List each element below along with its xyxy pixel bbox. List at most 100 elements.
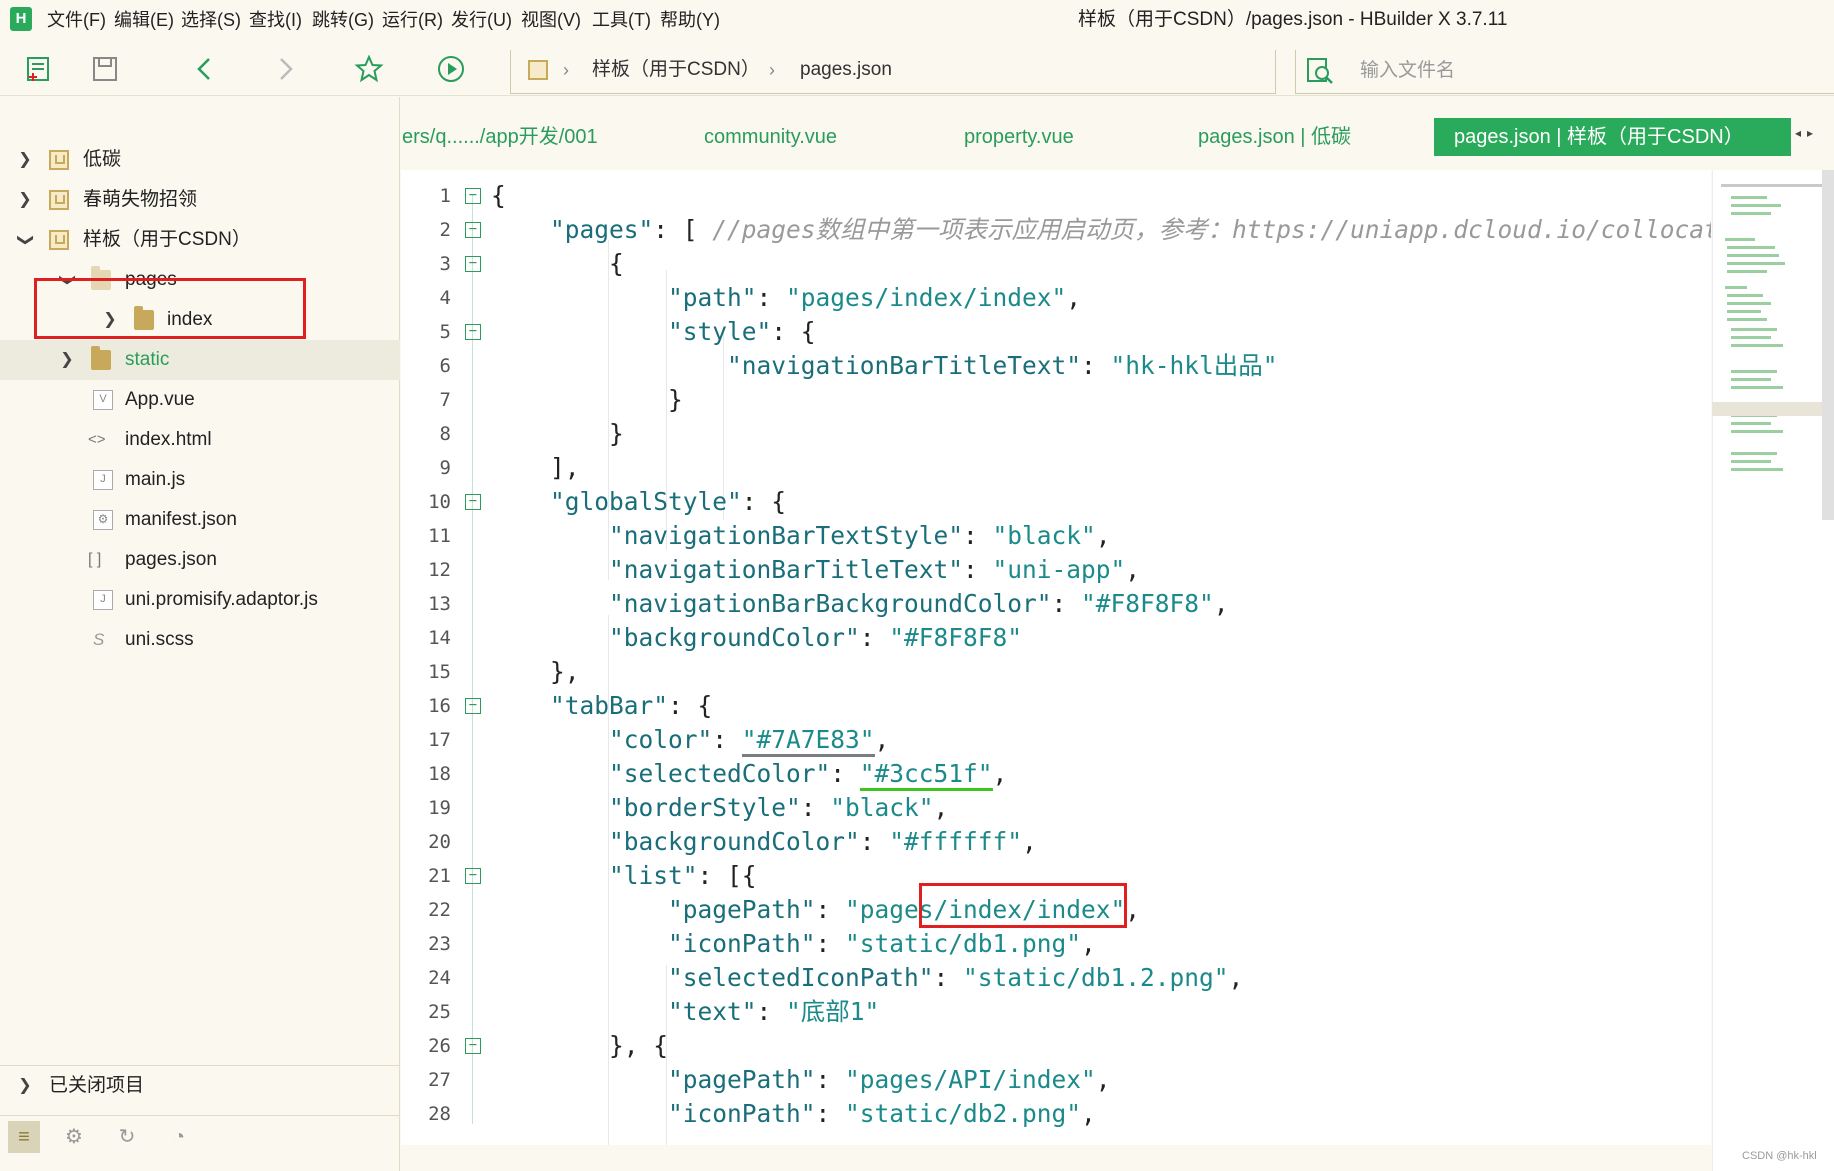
fold-toggle-icon[interactable]: −: [465, 1038, 481, 1054]
run-icon[interactable]: [434, 52, 468, 86]
code-editor[interactable]: 1 − { 2 − "pages": [ //pages数组中第一项表示应用启动…: [401, 170, 1711, 1145]
window-title: 样板（用于CSDN）/pages.json - HBuilder X 3.7.1…: [1078, 9, 1508, 30]
tree-project-sample[interactable]: ❯ 样板（用于CSDN）: [0, 220, 400, 260]
menu-edit[interactable]: 编辑(E): [114, 0, 174, 40]
code-line: "tabBar": {: [491, 691, 713, 720]
explorer-icon[interactable]: ≡: [8, 1121, 40, 1153]
code-line: {: [491, 249, 624, 278]
menu-run[interactable]: 运行(R): [382, 0, 443, 40]
menu-goto[interactable]: 跳转(G): [312, 0, 374, 40]
js-file-icon: J: [93, 470, 113, 490]
menu-help[interactable]: 帮助(Y): [660, 0, 720, 40]
chevron-right-icon[interactable]: ❯: [15, 1066, 35, 1106]
tree-item-label: main.js: [125, 469, 186, 490]
line-number: 2: [439, 219, 451, 241]
project-icon: [49, 150, 69, 170]
line-number: 24: [428, 967, 451, 989]
line-number: 19: [428, 797, 451, 819]
breadcrumb-file[interactable]: pages.json: [800, 58, 892, 82]
file-search-input[interactable]: [1360, 57, 1820, 85]
file-search-icon[interactable]: [1305, 56, 1335, 86]
tree-file-manifest[interactable]: ⚙ manifest.json: [0, 500, 400, 540]
fold-toggle-icon[interactable]: −: [465, 868, 481, 884]
tree-project-lost-found[interactable]: ❯ 春萌失物招领: [0, 180, 400, 220]
menu-select[interactable]: 选择(S): [181, 0, 241, 40]
minimap-viewport[interactable]: [1712, 402, 1834, 416]
highlight-box: [34, 278, 306, 339]
hbuilder-logo-icon: H: [10, 7, 32, 31]
debug-icon[interactable]: ⚙: [58, 1121, 90, 1153]
tree-project-dītan[interactable]: ❯ 低碳: [0, 140, 400, 180]
tree-item-label: 低碳: [83, 149, 122, 170]
chevron-right-icon[interactable]: ❯: [57, 340, 77, 380]
json-file-icon: [ ]: [88, 551, 102, 568]
back-icon[interactable]: [188, 52, 222, 86]
code-line: }: [491, 419, 624, 448]
closed-projects[interactable]: ❯ 已关闭项目: [0, 1065, 400, 1105]
tree-file-uni-scss[interactable]: S uni.scss: [0, 620, 400, 660]
fold-toggle-icon[interactable]: −: [465, 188, 481, 204]
menu-tools[interactable]: 工具(T): [592, 0, 651, 40]
save-icon[interactable]: [88, 52, 122, 86]
line-number: 23: [428, 933, 451, 955]
code-line: "globalStyle": {: [491, 487, 787, 516]
forward-icon[interactable]: [268, 52, 302, 86]
line-number: 25: [428, 1001, 451, 1023]
tab-scroll-arrows-icon[interactable]: ◂▸: [1795, 126, 1819, 140]
line-number: 9: [439, 457, 451, 479]
fold-toggle-icon[interactable]: −: [465, 256, 481, 272]
minimap[interactable]: [1712, 170, 1834, 1171]
line-number: 26: [428, 1035, 451, 1057]
tab-pages-json-sample[interactable]: pages.json | 样板（用于CSDN）: [1434, 118, 1791, 156]
breadcrumb-project[interactable]: 样板（用于CSDN）: [592, 58, 760, 82]
plugin-icon[interactable]: ◔: [163, 1121, 195, 1153]
js-file-icon: J: [93, 590, 113, 610]
code-line: "pagePath": "pages/API/index",: [491, 1065, 1111, 1094]
project-icon: [528, 60, 548, 80]
project-icon: [49, 230, 69, 250]
fold-toggle-icon[interactable]: −: [465, 494, 481, 510]
folder-icon: [91, 346, 111, 370]
tab-001[interactable]: ers/q....../app开发/001: [382, 118, 618, 156]
line-number: 11: [428, 525, 451, 547]
code-line: "style": {: [491, 317, 816, 346]
chevron-right-icon[interactable]: ❯: [15, 140, 35, 180]
tree-file-main-js[interactable]: J main.js: [0, 460, 400, 500]
tab-community-vue[interactable]: community.vue: [684, 118, 857, 156]
breadcrumb-separator-icon: ›: [769, 60, 775, 80]
code-line: "borderStyle": "black",: [491, 793, 949, 822]
code-line: "color": "#7A7E83",: [491, 723, 889, 757]
closed-projects-label: 已关闭项目: [49, 1075, 145, 1096]
tree-file-promisify[interactable]: J uni.promisify.adaptor.js: [0, 580, 400, 620]
chevron-right-icon[interactable]: ❯: [15, 180, 35, 220]
chevron-down-icon[interactable]: ❯: [5, 230, 45, 250]
code-line: },: [491, 657, 580, 686]
tab-property-vue[interactable]: property.vue: [944, 118, 1094, 156]
html-file-icon: <>: [88, 431, 106, 448]
favorite-icon[interactable]: [352, 52, 386, 86]
new-file-icon[interactable]: [22, 52, 56, 86]
tree-file-pages-json[interactable]: [ ] pages.json: [0, 540, 400, 580]
menu-file[interactable]: 文件(F): [47, 0, 106, 40]
menu-view[interactable]: 视图(V): [521, 0, 581, 40]
fold-toggle-icon[interactable]: −: [465, 222, 481, 238]
code-line: "iconPath": "static/db1.png",: [491, 929, 1096, 958]
menu-find[interactable]: 查找(I): [249, 0, 302, 40]
line-number: 20: [428, 831, 451, 853]
fold-toggle-icon[interactable]: −: [465, 698, 481, 714]
line-number: 4: [439, 287, 451, 309]
search-icon[interactable]: ↻: [111, 1121, 143, 1153]
tab-pages-json-ditan[interactable]: pages.json | 低碳: [1178, 118, 1371, 156]
line-number: 6: [439, 355, 451, 377]
tree-folder-static[interactable]: ❯ static: [0, 340, 400, 380]
line-number: 15: [428, 661, 451, 683]
line-number: 13: [428, 593, 451, 615]
tree-item-label: index.html: [125, 429, 212, 450]
tree-file-app-vue[interactable]: V App.vue: [0, 380, 400, 420]
menu-publish[interactable]: 发行(U): [451, 0, 512, 40]
line-number: 16: [428, 695, 451, 717]
editor-scrollbar[interactable]: [1822, 170, 1834, 520]
code-line: "path": "pages/index/index",: [491, 283, 1082, 312]
tree-file-index-html[interactable]: <> index.html: [0, 420, 400, 460]
fold-toggle-icon[interactable]: −: [465, 324, 481, 340]
